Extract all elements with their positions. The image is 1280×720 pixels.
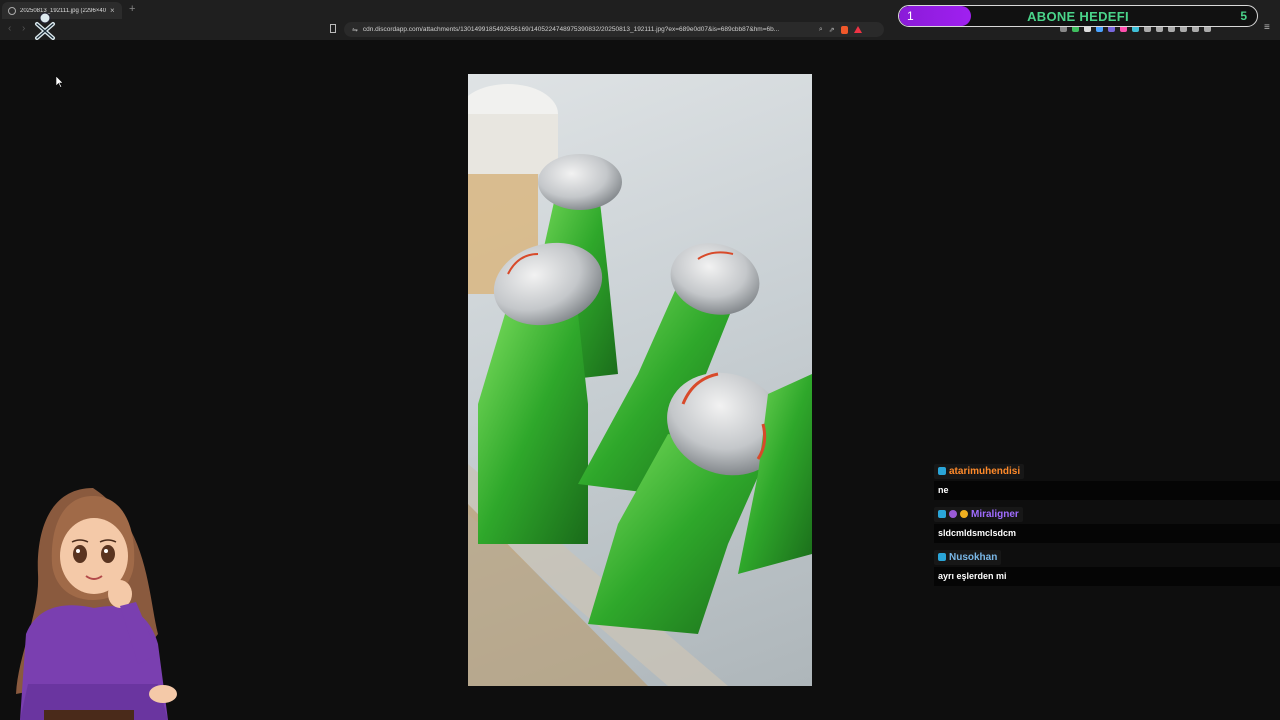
chat-text: sldcmldsmclsdcm [934,524,1280,543]
prime-badge-icon [938,553,946,561]
prime-badge-icon [938,510,946,518]
menu-icon[interactable]: ≡ [1264,22,1270,33]
share-icon[interactable]: ⇗ [829,26,835,34]
back-button[interactable]: ‹ [8,23,11,34]
sub-badge-icon [949,510,957,518]
goal-target-count: 5 [1240,9,1247,23]
mouse-cursor-icon [56,76,64,88]
chat-text: ne [934,481,1280,500]
zoom-icon[interactable]: ⌕ [819,26,823,34]
chat-message: Miraligner sldcmldsmclsdcm [934,505,1280,543]
chat-username: Nusokhan [949,551,998,563]
new-tab-button[interactable]: + [129,3,135,15]
subscriber-goal-widget: 1 ABONE HEDEFI 5 [898,5,1258,27]
streamer-avatar [16,488,177,720]
brave-shields-icon[interactable] [840,25,848,34]
chat-overlay: atarimuhendisi ne Miraligner sldcmldsmcl… [934,462,1280,591]
chat-username: atarimuhendisi [949,465,1021,477]
prime-badge-icon [938,467,946,475]
forward-button[interactable]: › [22,23,25,34]
bits-badge-icon [960,510,968,518]
brave-rewards-icon[interactable] [853,26,862,33]
goal-title: ABONE HEDEFI [1027,9,1129,24]
stream-logo-icon [35,12,55,40]
chat-message: atarimuhendisi ne [934,462,1280,500]
browser-tab[interactable]: 20250813_192111.jpg (2296×4080) × [2,2,122,19]
bookmark-icon[interactable] [330,24,336,33]
url-text[interactable]: cdn.discordapp.com/attachments/130149918… [363,26,813,33]
chat-message: Nusokhan ayrı eşlerden mi [934,548,1280,586]
chat-text: ayrı eşlerden mi [934,567,1280,586]
close-tab-icon[interactable]: × [110,6,115,15]
site-info-icon[interactable]: ⇋ [352,26,358,34]
chat-username: Miraligner [971,508,1019,520]
globe-icon [8,6,16,15]
viewed-image[interactable] [468,74,812,686]
bottles-photo [468,84,812,686]
address-bar[interactable]: ⇋ cdn.discordapp.com/attachments/1301499… [344,22,884,37]
